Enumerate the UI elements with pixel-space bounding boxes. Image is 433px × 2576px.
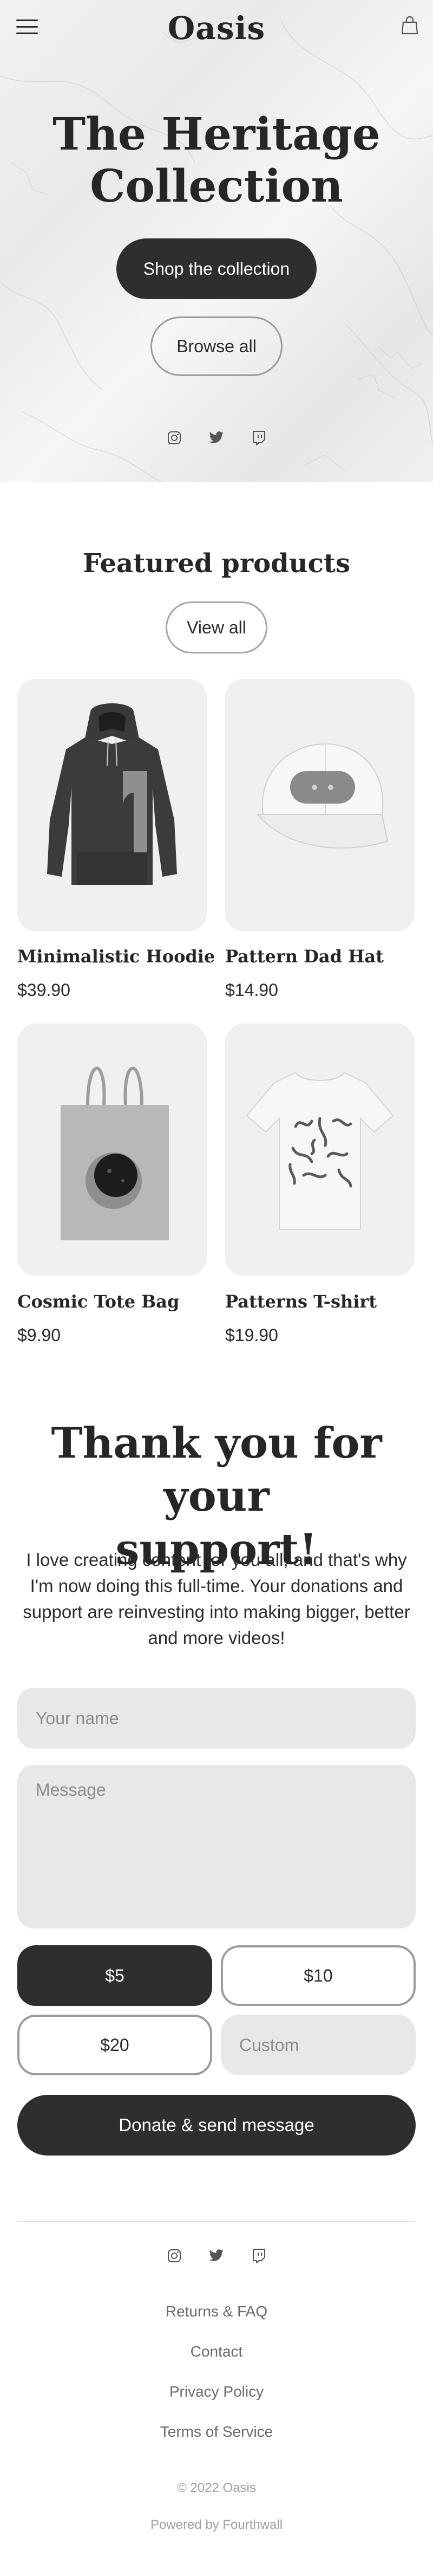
product-card-cap[interactable] [225, 679, 415, 931]
footer-link-privacy-policy[interactable]: Privacy Policy [0, 2383, 433, 2400]
footer-link-terms-of-service[interactable]: Terms of Service [0, 2423, 433, 2441]
amount-10-button[interactable]: $10 [221, 1945, 416, 2006]
instagram-icon[interactable] [166, 2248, 182, 2264]
amount-20-button[interactable]: $20 [17, 2015, 212, 2075]
twitch-icon[interactable] [251, 2248, 267, 2264]
featured-products-title: Featured products [82, 548, 350, 579]
name-input[interactable] [17, 1688, 416, 1749]
product-price-tshirt: $19.90 [225, 1325, 278, 1345]
twitter-icon[interactable] [208, 430, 225, 446]
footer-divider [17, 2221, 416, 2222]
footer-link-returns-faq[interactable]: Returns & FAQ [0, 2303, 433, 2320]
shop-collection-button[interactable]: Shop the collection [116, 238, 317, 299]
product-name-hoodie[interactable]: Minimalistic Hoodie [17, 946, 215, 967]
instagram-icon[interactable] [166, 430, 182, 446]
top-bar: Oasis [0, 0, 433, 54]
product-card-hoodie[interactable] [17, 679, 207, 931]
message-textarea[interactable] [17, 1765, 416, 1928]
product-name-tote[interactable]: Cosmic Tote Bag [17, 1291, 179, 1312]
product-card-tshirt[interactable] [225, 1024, 415, 1276]
support-title-line1: Thank you for your [51, 1419, 382, 1521]
donate-button[interactable]: Donate & send message [17, 2095, 416, 2156]
footer-link-contact[interactable]: Contact [0, 2343, 433, 2360]
amount-5-button[interactable]: $5 [17, 1945, 212, 2006]
footer-copyright: © 2022 Oasis [177, 2481, 256, 2495]
product-name-tshirt[interactable]: Patterns T-shirt [225, 1291, 377, 1312]
support-description: I love creating content for you all, and… [23, 1550, 410, 1648]
hero-title-line1: The Heritage [53, 108, 380, 160]
product-card-tote[interactable] [17, 1024, 207, 1276]
product-price-cap: $14.90 [225, 980, 278, 1000]
twitch-icon[interactable] [251, 430, 267, 446]
hoodie-image [47, 703, 177, 885]
twitter-icon[interactable] [208, 2248, 225, 2264]
logo[interactable]: Oasis [0, 10, 433, 47]
cap-image [256, 743, 389, 849]
shopping-bag-icon[interactable] [401, 15, 419, 35]
product-price-hoodie: $39.90 [17, 980, 70, 1000]
custom-amount-input[interactable] [221, 2015, 416, 2075]
tshirt-image [246, 1071, 394, 1230]
footer-social-links [0, 2248, 433, 2269]
hero-section: Oasis The Heritage Collection Shop the c… [0, 0, 433, 482]
hero-title-line2: Collection [90, 160, 343, 212]
hero-social-links [0, 430, 433, 451]
product-price-tote: $9.90 [17, 1325, 61, 1345]
tote-bag-image [61, 1066, 169, 1240]
hero-title: The Heritage Collection [0, 108, 433, 212]
view-all-button[interactable]: View all [166, 601, 267, 653]
footer-powered-by[interactable]: Powered by Fourthwall [0, 2517, 433, 2533]
product-name-cap[interactable]: Pattern Dad Hat [225, 946, 384, 967]
browse-all-button[interactable]: Browse all [150, 316, 283, 376]
